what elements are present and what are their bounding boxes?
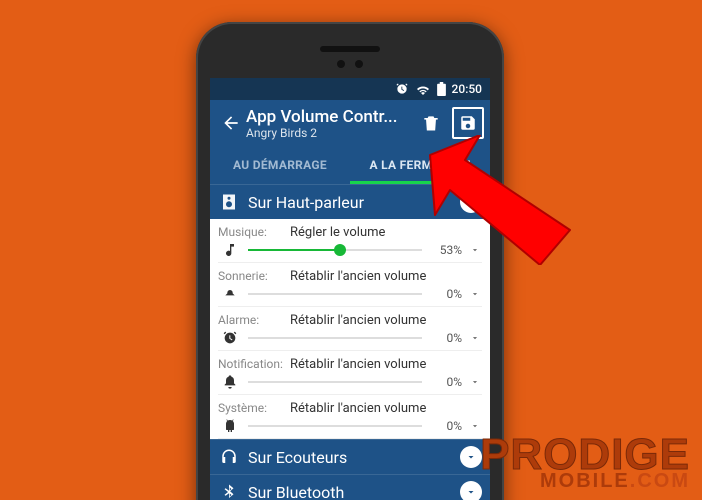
- label-notification: Notification:: [218, 357, 290, 371]
- caret-down-icon: [470, 377, 480, 387]
- chevron-down-icon: [465, 451, 477, 463]
- section-headphones-label: Sur Ecouteurs: [248, 448, 452, 467]
- label-music: Musique:: [218, 225, 290, 239]
- bell-icon: [218, 374, 242, 390]
- back-button[interactable]: [216, 113, 246, 133]
- battery-icon: [437, 82, 446, 96]
- android-icon: [218, 418, 242, 434]
- row-notification: Notification: Rétablir l'ancien volume 0…: [210, 351, 490, 395]
- value-ring: 0%: [428, 287, 462, 301]
- tab-indicator: [350, 181, 490, 184]
- value-music: 53%: [428, 243, 462, 257]
- wifi-icon: [415, 83, 431, 95]
- section-speaker-label: Sur Haut-parleur: [248, 193, 452, 212]
- label-ring: Sonnerie:: [218, 269, 290, 283]
- chevron-down-icon: [465, 486, 477, 498]
- action-notification[interactable]: Rétablir l'ancien volume: [290, 353, 482, 374]
- caret-down-icon: [470, 333, 480, 343]
- speaker-icon: [218, 193, 240, 211]
- phone-frame: 20:50 App Volume Contr... Angry Birds 2 …: [196, 22, 504, 500]
- slider-ring[interactable]: [248, 288, 422, 300]
- section-headphones[interactable]: Sur Ecouteurs: [210, 439, 490, 474]
- phone-sensors: [337, 60, 363, 68]
- music-note-icon: [218, 242, 242, 258]
- alarm-clock-icon: [395, 82, 409, 96]
- headphones-icon: [218, 448, 240, 466]
- tab-bar: AU DÉMARRAGE A LA FERMETURE: [210, 148, 490, 184]
- section-speaker[interactable]: Sur Haut-parleur: [210, 184, 490, 219]
- watermark: PRODIGE MOBILE.COM: [480, 436, 690, 490]
- section-bluetooth-label: Sur Bluetooth: [248, 483, 452, 500]
- app-subtitle: Angry Birds 2: [246, 126, 414, 140]
- value-alarm: 0%: [428, 331, 462, 345]
- section-bluetooth[interactable]: Sur Bluetooth: [210, 474, 490, 500]
- app-bar: App Volume Contr... Angry Birds 2: [210, 100, 490, 148]
- tab-on-start[interactable]: AU DÉMARRAGE: [210, 148, 350, 184]
- action-music[interactable]: Régler le volume: [290, 221, 482, 242]
- label-system: Système:: [218, 401, 290, 415]
- expand-headphones-button[interactable]: [460, 446, 482, 468]
- action-ring[interactable]: Rétablir l'ancien volume: [290, 265, 482, 286]
- watermark-line1: PRODIGE: [480, 436, 690, 473]
- row-system: Système: Rétablir l'ancien volume 0%: [210, 395, 490, 439]
- app-bar-titles: App Volume Contr... Angry Birds 2: [246, 107, 414, 140]
- chevron-up-icon: [465, 196, 477, 208]
- bluetooth-icon: [218, 483, 240, 500]
- row-alarm: Alarme: Rétablir l'ancien volume 0%: [210, 307, 490, 351]
- alarm-icon: [218, 330, 242, 346]
- caret-down-icon: [470, 245, 480, 255]
- speaker-panel: Musique: Régler le volume 53%: [210, 219, 490, 439]
- dropdown-music[interactable]: [468, 245, 482, 255]
- ring-icon: [218, 286, 242, 302]
- android-status-bar: 20:50: [210, 78, 490, 100]
- action-alarm[interactable]: Rétablir l'ancien volume: [290, 309, 482, 330]
- save-icon: [459, 114, 477, 132]
- value-notification: 0%: [428, 375, 462, 389]
- action-system[interactable]: Rétablir l'ancien volume: [290, 397, 482, 418]
- save-button[interactable]: [452, 107, 484, 139]
- dropdown-notification[interactable]: [468, 377, 482, 387]
- value-system: 0%: [428, 419, 462, 433]
- slider-notification[interactable]: [248, 376, 422, 388]
- tab-on-close[interactable]: A LA FERMETURE: [350, 148, 490, 184]
- collapse-speaker-button[interactable]: [460, 191, 482, 213]
- phone-screen: 20:50 App Volume Contr... Angry Birds 2 …: [210, 78, 490, 500]
- row-music: Musique: Régler le volume 53%: [210, 219, 490, 263]
- caret-down-icon: [470, 289, 480, 299]
- trash-icon: [421, 113, 441, 133]
- row-ring: Sonnerie: Rétablir l'ancien volume 0%: [210, 263, 490, 307]
- slider-system[interactable]: [248, 420, 422, 432]
- dropdown-alarm[interactable]: [468, 333, 482, 343]
- label-alarm: Alarme:: [218, 313, 290, 327]
- delete-button[interactable]: [414, 106, 448, 140]
- caret-down-icon: [470, 421, 480, 431]
- slider-alarm[interactable]: [248, 332, 422, 344]
- slider-music[interactable]: [248, 244, 422, 256]
- dropdown-ring[interactable]: [468, 289, 482, 299]
- app-title: App Volume Contr...: [246, 107, 414, 127]
- back-arrow-icon: [221, 113, 241, 133]
- status-time: 20:50: [452, 82, 482, 96]
- expand-bluetooth-button[interactable]: [460, 481, 482, 500]
